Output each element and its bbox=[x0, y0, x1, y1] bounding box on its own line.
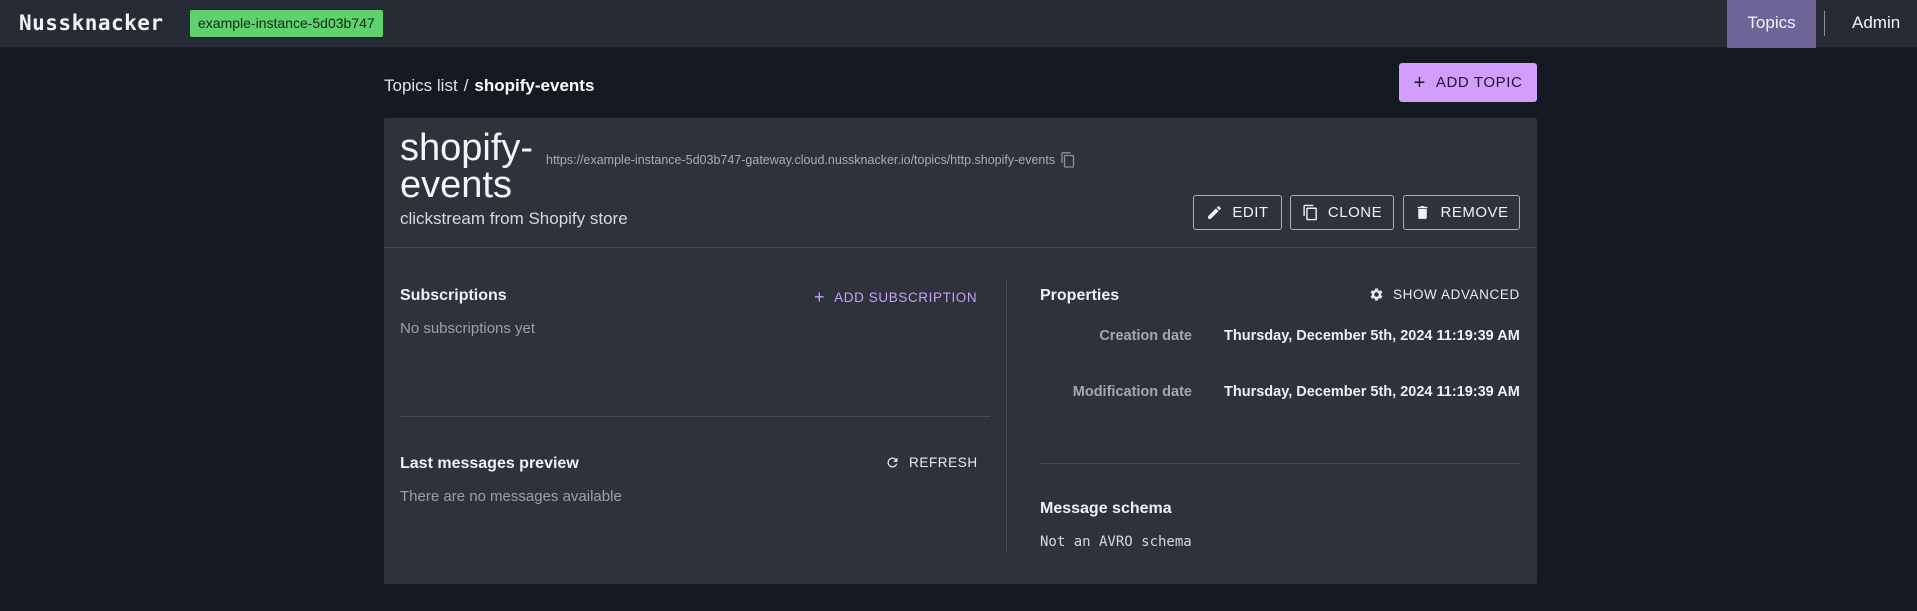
edit-button[interactable]: EDIT bbox=[1193, 195, 1282, 230]
trash-icon bbox=[1418, 206, 1428, 219]
remove-button[interactable]: REMOVE bbox=[1403, 195, 1520, 230]
property-value: Thursday, December 5th, 2024 11:19:39 AM bbox=[1224, 384, 1520, 400]
breadcrumb: Topics list / shopify-events bbox=[384, 76, 594, 96]
subscriptions-empty: No subscriptions yet bbox=[400, 320, 536, 337]
app-logo[interactable]: Nussknacker bbox=[19, 11, 164, 35]
refresh-label: REFRESH bbox=[909, 455, 978, 470]
subscriptions-divider bbox=[400, 416, 990, 417]
show-advanced-label: SHOW ADVANCED bbox=[1393, 287, 1520, 302]
nav-divider bbox=[1824, 11, 1825, 36]
nav-topics[interactable]: Topics bbox=[1727, 0, 1816, 48]
refresh-icon bbox=[887, 457, 898, 468]
pencil-icon bbox=[1208, 206, 1222, 219]
clone-icon bbox=[1303, 204, 1317, 221]
topic-description: clickstream from Shopify store bbox=[400, 209, 628, 228]
property-label: Creation date bbox=[1099, 328, 1192, 344]
clone-label: CLONE bbox=[1327, 204, 1383, 221]
nav-admin[interactable]: Admin bbox=[1852, 0, 1900, 48]
properties-divider bbox=[1040, 463, 1521, 464]
instance-badge: example-instance-5d03b747 bbox=[190, 10, 383, 37]
topic-url-text: https://example-instance-5d03b747-gatewa… bbox=[546, 153, 1056, 167]
messages-title: Last messages preview bbox=[400, 455, 579, 472]
topic-card: shopify-events https://example-instance-… bbox=[384, 118, 1537, 584]
show-advanced-button[interactable]: SHOW ADVANCED bbox=[1369, 287, 1520, 302]
refresh-button[interactable]: REFRESH bbox=[885, 455, 978, 470]
property-label: Modification date bbox=[1072, 384, 1192, 400]
breadcrumb-current: shopify-events bbox=[474, 76, 595, 95]
breadcrumb-parent-link[interactable]: Topics list bbox=[384, 76, 458, 95]
messages-empty: There are no messages available bbox=[400, 488, 622, 505]
subscriptions-title: Subscriptions bbox=[400, 287, 507, 304]
top-bar: Nussknacker example-instance-5d03b747 To… bbox=[0, 0, 1917, 48]
plus-icon: + bbox=[1413, 71, 1426, 94]
property-value: Thursday, December 5th, 2024 11:19:39 AM bbox=[1224, 328, 1520, 344]
schema-title: Message schema bbox=[1040, 500, 1172, 517]
clone-button[interactable]: CLONE bbox=[1290, 195, 1394, 230]
schema-value: Not an AVRO schema bbox=[1040, 534, 1192, 550]
topic-title: shopify-events bbox=[400, 127, 534, 206]
header-divider bbox=[384, 247, 1537, 248]
properties-title: Properties bbox=[1040, 287, 1120, 304]
column-divider bbox=[1006, 280, 1007, 553]
add-topic-button[interactable]: + ADD TOPIC bbox=[1399, 63, 1537, 102]
gear-icon bbox=[1370, 288, 1383, 301]
add-topic-label: ADD TOPIC bbox=[1435, 74, 1523, 91]
remove-label: REMOVE bbox=[1440, 204, 1509, 221]
topic-url: https://example-instance-5d03b747-gatewa… bbox=[546, 152, 1075, 168]
breadcrumb-separator: / bbox=[463, 76, 469, 95]
add-subscription-button[interactable]: + ADD SUBSCRIPTION bbox=[814, 288, 977, 306]
copy-icon[interactable] bbox=[1061, 152, 1075, 168]
edit-label: EDIT bbox=[1232, 204, 1269, 221]
plus-icon: + bbox=[814, 287, 826, 307]
add-subscription-label: ADD SUBSCRIPTION bbox=[834, 289, 978, 305]
